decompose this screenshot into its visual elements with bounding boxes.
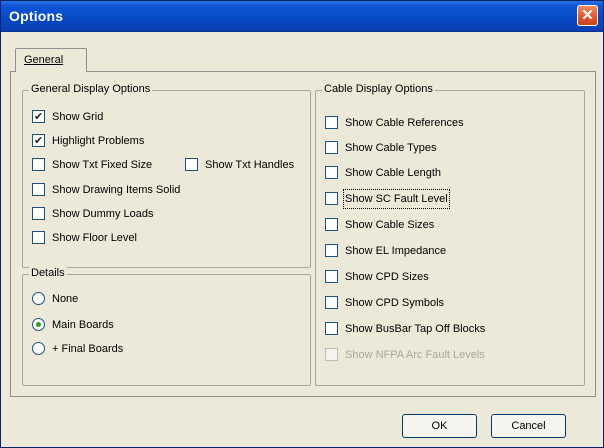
checkbox-label: Show Dummy Loads <box>52 208 154 220</box>
checkbox-box[interactable] <box>32 231 45 244</box>
checkbox-label: Show Cable References <box>345 117 464 129</box>
group-title: Cable Display Options <box>322 83 435 95</box>
checkbox-label: Show Floor Level <box>52 232 137 244</box>
checkbox-label: Show CPD Symbols <box>345 297 445 309</box>
checkbox-label: Show Cable Sizes <box>345 219 435 231</box>
checkbox-label: Show NFPA Arc Fault Levels <box>345 349 485 361</box>
cancel-button[interactable]: Cancel <box>491 414 566 438</box>
checkbox-label: Show SC Fault Level <box>343 189 450 209</box>
checkbox-label: Show EL Impedance <box>345 245 447 257</box>
checkbox-box[interactable] <box>32 207 45 220</box>
checkbox-box <box>325 348 338 361</box>
checkbox-box[interactable] <box>325 296 338 309</box>
checkbox-label: Highlight Problems <box>52 135 145 147</box>
checkbox-label: Show Drawing Items Solid <box>52 184 181 196</box>
checkbox-label: Show Txt Handles <box>205 159 295 171</box>
checkbox-box[interactable] <box>325 166 338 179</box>
checkbox-box[interactable] <box>32 109 45 125</box>
checkbox-box[interactable] <box>185 158 198 171</box>
checkbox-box[interactable] <box>325 116 338 129</box>
close-icon[interactable]: ✕ <box>577 5 598 26</box>
checkbox-box[interactable] <box>325 192 338 205</box>
cable-display-options-group: Cable Display Options Show Cable Referen… <box>315 83 585 386</box>
checkbox-box[interactable] <box>32 183 45 196</box>
ok-button[interactable]: OK <box>402 414 477 438</box>
radio-button[interactable] <box>32 292 45 305</box>
details-group: Details None Main Boards + Final Boards <box>22 267 311 386</box>
checkbox-label: Show BusBar Tap Off Blocks <box>345 323 486 335</box>
checkbox-label: Show CPD Sizes <box>345 271 429 283</box>
general-display-options-group: General Display Options Show Grid Highli… <box>22 83 311 268</box>
checkbox-box[interactable] <box>32 133 45 149</box>
checkbox-box[interactable] <box>325 141 338 154</box>
checkbox-box[interactable] <box>325 322 338 335</box>
checkbox-label: Show Grid <box>52 111 104 123</box>
dialog-title: Options <box>9 8 64 24</box>
radio-button[interactable] <box>32 318 45 331</box>
radio-label: Main Boards <box>52 319 114 331</box>
tab-panel-general: General Display Options Show Grid Highli… <box>10 71 596 397</box>
options-dialog: Options ✕ General General Display Option… <box>0 0 604 448</box>
checkbox-box[interactable] <box>325 270 338 283</box>
radio-label: None <box>52 293 79 305</box>
checkbox-label: Show Cable Length <box>345 167 442 179</box>
radio-button[interactable] <box>32 342 45 355</box>
checkbox-box[interactable] <box>325 244 338 257</box>
title-bar[interactable]: Options ✕ <box>1 1 603 32</box>
group-title: General Display Options <box>29 83 153 95</box>
checkbox-box[interactable] <box>32 158 45 171</box>
radio-label: + Final Boards <box>52 343 124 355</box>
tab-general[interactable]: General <box>15 48 87 72</box>
checkbox-label: Show Cable Types <box>345 142 437 154</box>
checkbox-label: Show Txt Fixed Size <box>52 159 153 171</box>
checkbox-box[interactable] <box>325 218 338 231</box>
tab-general-label: General <box>24 54 64 66</box>
group-title: Details <box>29 267 67 279</box>
